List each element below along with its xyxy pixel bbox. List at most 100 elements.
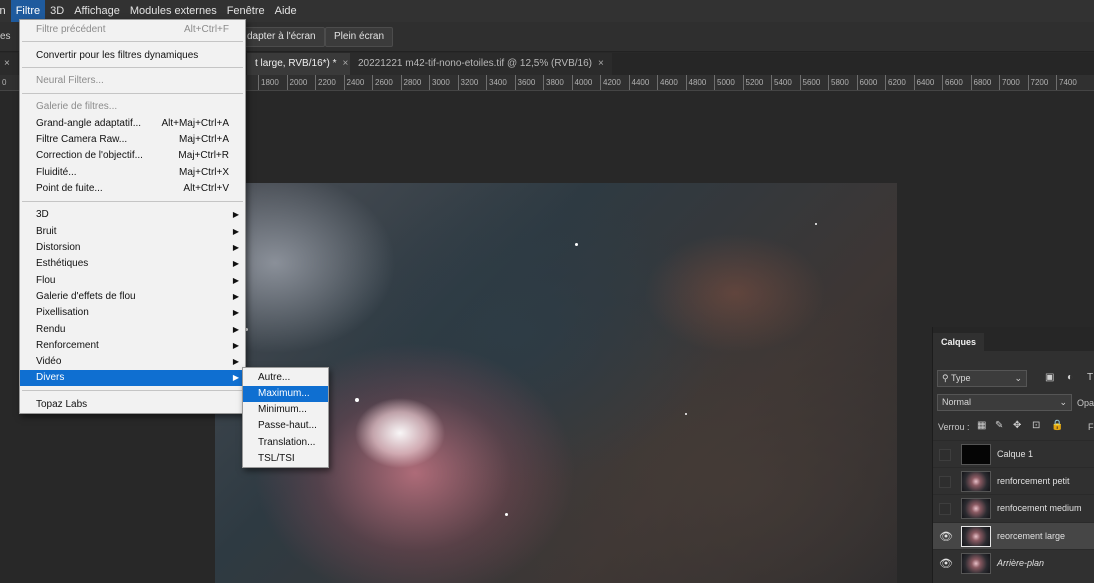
ruler-tick: 4400 bbox=[628, 75, 649, 90]
menu-item-distorsion[interactable]: Distorsion ▶ bbox=[20, 240, 245, 256]
image-filter-icon[interactable]: ▣ bbox=[1045, 372, 1054, 383]
ruler-tick: 4000 bbox=[571, 75, 592, 90]
ruler-tick: 4600 bbox=[657, 75, 678, 90]
opacity-label: Opa bbox=[1077, 398, 1094, 408]
options-left-text: es bbox=[0, 31, 11, 42]
menu-item-video[interactable]: Vidéo ▶ bbox=[20, 354, 245, 370]
layer-thumbnail bbox=[961, 498, 991, 519]
eye-icon[interactable]: 👁 bbox=[939, 558, 953, 570]
menu-item-filtres-dynamiques[interactable]: Convertir pour les filtres dynamiques bbox=[20, 48, 245, 64]
fill-label: Fo bbox=[1088, 422, 1094, 432]
visibility-toggle[interactable] bbox=[939, 449, 951, 461]
ruler-tick: 2800 bbox=[400, 75, 421, 90]
ruler-tick: 6200 bbox=[885, 75, 906, 90]
adjustment-filter-icon[interactable]: ◐ bbox=[1067, 372, 1073, 383]
star bbox=[505, 513, 508, 516]
layer-thumbnail bbox=[961, 471, 991, 492]
submenu-item-tsl-tsi[interactable]: TSL/TSI bbox=[243, 451, 328, 467]
ruler-tick: 6800 bbox=[970, 75, 991, 90]
menu-item-galerie-effets-flou[interactable]: Galerie d'effets de flou ▶ bbox=[20, 289, 245, 305]
layer-name: Arrière-plan bbox=[997, 558, 1045, 568]
ruler-tick: 7400 bbox=[1056, 75, 1077, 90]
menu-item-neural-filters: Neural Filters... bbox=[36, 75, 104, 86]
chevron-down-icon: ⌄ bbox=[1059, 397, 1067, 407]
submenu-item-maximum[interactable]: Maximum... bbox=[243, 386, 328, 402]
menu-item-bruit[interactable]: Bruit ▶ bbox=[20, 224, 245, 240]
menu-item-point-de-fuite[interactable]: Point de fuite... Alt+Ctrl+V bbox=[20, 181, 245, 197]
submenu-item-autre[interactable]: Autre... bbox=[243, 370, 328, 386]
tab-label: 20221221 m42-tif-nono-etoiles.tif @ 12,5… bbox=[358, 58, 592, 69]
menu-item-3d[interactable]: 3D ▶ bbox=[20, 207, 245, 223]
tab-document-active[interactable]: t large, RVB/16*) * × bbox=[247, 53, 357, 75]
close-icon[interactable]: × bbox=[343, 58, 349, 69]
move-icon[interactable]: ✥ bbox=[1013, 420, 1021, 431]
menu-item-divers[interactable]: Divers ▶ bbox=[20, 370, 245, 386]
artboard-icon[interactable]: ⊡ bbox=[1032, 420, 1040, 431]
visibility-toggle[interactable] bbox=[939, 476, 951, 488]
fit-screen-button[interactable]: dapter à l'écran bbox=[238, 27, 325, 47]
layer-row[interactable]: Calque 1 bbox=[933, 440, 1094, 467]
submenu-item-minimum[interactable]: Minimum... bbox=[243, 402, 328, 418]
blend-mode-select[interactable]: Normal ⌄ bbox=[937, 394, 1072, 411]
ruler-tick: 2200 bbox=[315, 75, 336, 90]
tab-calques[interactable]: Calques bbox=[933, 333, 985, 351]
layer-thumbnail bbox=[961, 553, 991, 574]
layers-panel-header: Calques bbox=[933, 327, 1094, 351]
eye-icon[interactable]: 👁 bbox=[939, 531, 953, 543]
ruler-tick: 3800 bbox=[543, 75, 564, 90]
ruler-tick: 2400 bbox=[343, 75, 364, 90]
menu-item-correction-objectif[interactable]: Correction de l'objectif... Maj+Ctrl+R bbox=[20, 148, 245, 164]
layer-filter-select[interactable]: ⚲ Type ⌄ bbox=[937, 370, 1027, 387]
star bbox=[355, 398, 359, 402]
submenu-item-translation[interactable]: Translation... bbox=[243, 435, 328, 451]
type-filter-icon[interactable]: T bbox=[1087, 372, 1093, 383]
ruler-tick: 7200 bbox=[1027, 75, 1048, 90]
ruler-tick: 5000 bbox=[714, 75, 735, 90]
layer-name: renfocement medium bbox=[997, 503, 1082, 513]
filtre-dropdown-menu: Filtre précédent Alt+Ctrl+F Convertir pou… bbox=[19, 19, 246, 414]
ruler-tick: 2600 bbox=[372, 75, 393, 90]
shortcut: Alt+Maj+Ctrl+A bbox=[161, 118, 229, 129]
close-icon[interactable]: × bbox=[598, 58, 604, 69]
menu-item-renforcement[interactable]: Renforcement ▶ bbox=[20, 338, 245, 354]
separator bbox=[22, 201, 243, 202]
tab-document-m42[interactable]: 20221221 m42-tif-nono-etoiles.tif @ 12,5… bbox=[350, 53, 612, 75]
lock-transparent-pixels-icon[interactable]: ▦ bbox=[977, 420, 986, 431]
ruler-zero: 0 bbox=[2, 78, 7, 87]
menu-item-esthetiques[interactable]: Esthétiques ▶ bbox=[20, 256, 245, 272]
menu-item-camera-raw[interactable]: Filtre Camera Raw... Maj+Ctrl+A bbox=[20, 132, 245, 148]
menu-item-fluidite[interactable]: Fluidité... Maj+Ctrl+X bbox=[20, 165, 245, 181]
menu-aide[interactable]: Aide bbox=[270, 0, 302, 22]
menu-item-flou[interactable]: Flou ▶ bbox=[20, 273, 245, 289]
ruler-tick: 6600 bbox=[942, 75, 963, 90]
lock-icon[interactable]: 🔒 bbox=[1051, 420, 1063, 431]
submenu-arrow-icon: ▶ bbox=[232, 308, 239, 317]
menu-item-filtre-precedent: Filtre précédent Alt+Ctrl+F bbox=[20, 22, 245, 38]
menu-item-topaz-labs[interactable]: Topaz Labs bbox=[20, 397, 245, 413]
separator bbox=[22, 67, 243, 68]
layer-row[interactable]: renforcement petit bbox=[933, 467, 1094, 494]
lock-label: Verrou : bbox=[938, 422, 970, 432]
ruler-tick: 3600 bbox=[514, 75, 535, 90]
ruler-tick: 4200 bbox=[600, 75, 621, 90]
menu-item-pixellisation[interactable]: Pixellisation ▶ bbox=[20, 305, 245, 321]
submenu-item-passe-haut[interactable]: Passe-haut... bbox=[243, 418, 328, 434]
ruler-tick: 4800 bbox=[685, 75, 706, 90]
ruler-tick: 5600 bbox=[799, 75, 820, 90]
ruler-tick: 5800 bbox=[828, 75, 849, 90]
menu-item-galerie-filtres: Galerie de filtres... bbox=[36, 101, 118, 112]
tab-close-icon[interactable]: × bbox=[0, 53, 18, 75]
layer-row[interactable]: 👁 Arrière-plan bbox=[933, 549, 1094, 576]
visibility-toggle[interactable] bbox=[939, 503, 951, 515]
layer-row-selected[interactable]: 👁 reorcement large bbox=[933, 522, 1094, 549]
menu-item-grand-angle[interactable]: Grand-angle adaptatif... Alt+Maj+Ctrl+A bbox=[20, 116, 245, 132]
shortcut: Alt+Ctrl+F bbox=[183, 24, 229, 35]
menu-item-rendu[interactable]: Rendu ▶ bbox=[20, 322, 245, 338]
layer-row[interactable]: renfocement medium bbox=[933, 494, 1094, 521]
brush-icon[interactable]: ✎ bbox=[995, 420, 1003, 431]
star bbox=[815, 223, 817, 225]
menu-selection[interactable]: ion bbox=[0, 0, 11, 22]
shortcut: Maj+Ctrl+A bbox=[178, 134, 229, 145]
full-screen-button[interactable]: Plein écran bbox=[325, 27, 394, 47]
ruler-tick: 3000 bbox=[429, 75, 450, 90]
